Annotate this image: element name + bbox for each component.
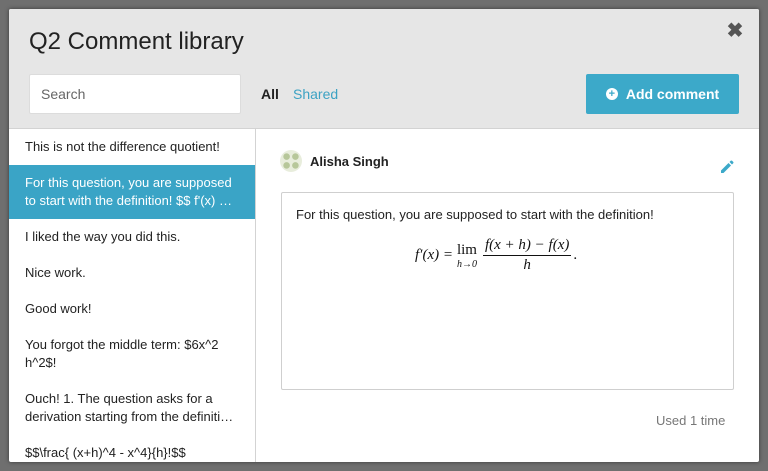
add-comment-label: Add comment bbox=[625, 86, 720, 102]
list-item-text: Ouch! 1. The question asks for a derivat… bbox=[25, 391, 234, 424]
usage-count: Used 1 time bbox=[656, 413, 726, 428]
comment-detail: Alisha Singh For this question, you are … bbox=[256, 129, 759, 462]
list-item[interactable]: You forgot the middle term: $6x^2 h^2$! bbox=[9, 327, 255, 381]
pencil-icon[interactable] bbox=[719, 159, 735, 175]
fraction-numerator: f(x + h) − f(x) bbox=[482, 237, 572, 256]
list-item[interactable]: I liked the way you did this. bbox=[9, 219, 255, 255]
list-item[interactable]: Nice work. bbox=[9, 255, 255, 291]
comment-author: Alisha Singh bbox=[280, 150, 389, 172]
list-item-text: I liked the way you did this. bbox=[25, 229, 181, 244]
limit-subscript: h→0 bbox=[456, 258, 477, 270]
avatar bbox=[280, 150, 302, 172]
close-icon[interactable]: ✖ bbox=[725, 21, 745, 41]
list-item-text: $$\frac{ (x+h)^4 - x^4}{h}!$$ bbox=[25, 445, 186, 460]
list-item-text: You forgot the middle term: $6x^2 h^2$! bbox=[25, 337, 219, 370]
list-item-text: For this question, you are supposed to s… bbox=[25, 175, 232, 208]
list-item[interactable]: This is not the difference quotient! bbox=[9, 129, 255, 165]
formula-lhs: f′(x) = bbox=[415, 247, 453, 263]
comment-list[interactable]: This is not the difference quotient! For… bbox=[9, 129, 256, 462]
list-item-text: This is not the difference quotient! bbox=[25, 139, 220, 154]
comment-text: For this question, you are supposed to s… bbox=[296, 207, 654, 222]
formula-limit: lim h→0 bbox=[457, 242, 477, 270]
list-item-selected[interactable]: For this question, you are supposed to s… bbox=[9, 165, 255, 219]
modal-title: Q2 Comment library bbox=[29, 28, 244, 55]
filter-shared-tab[interactable]: Shared bbox=[293, 86, 338, 102]
plus-circle-icon: + bbox=[605, 88, 618, 100]
comment-preview: For this question, you are supposed to s… bbox=[281, 192, 734, 390]
modal-header: Q2 Comment library ✖ All Shared + Add co… bbox=[9, 9, 759, 129]
formula-fraction: f(x + h) − f(x) h bbox=[482, 237, 572, 274]
derivative-formula: f′(x) = lim h→0 f(x + h) − f(x) h . bbox=[415, 237, 577, 274]
add-comment-button[interactable]: + Add comment bbox=[586, 74, 739, 114]
list-item[interactable]: $$\frac{ (x+h)^4 - x^4}{h}!$$ bbox=[9, 435, 255, 462]
limit-label: lim bbox=[456, 241, 477, 258]
author-name: Alisha Singh bbox=[310, 153, 389, 169]
comment-library-modal: Q2 Comment library ✖ All Shared + Add co… bbox=[9, 9, 759, 462]
list-item[interactable]: Good work! bbox=[9, 291, 255, 327]
list-item[interactable]: Ouch! 1. The question asks for a derivat… bbox=[9, 381, 255, 435]
formula-period: . bbox=[573, 247, 578, 263]
list-item-text: Nice work. bbox=[25, 265, 86, 280]
fraction-denominator: h bbox=[523, 257, 531, 273]
filter-all-tab[interactable]: All bbox=[261, 86, 279, 102]
search-input[interactable] bbox=[29, 74, 241, 114]
list-item-text: Good work! bbox=[25, 301, 92, 316]
